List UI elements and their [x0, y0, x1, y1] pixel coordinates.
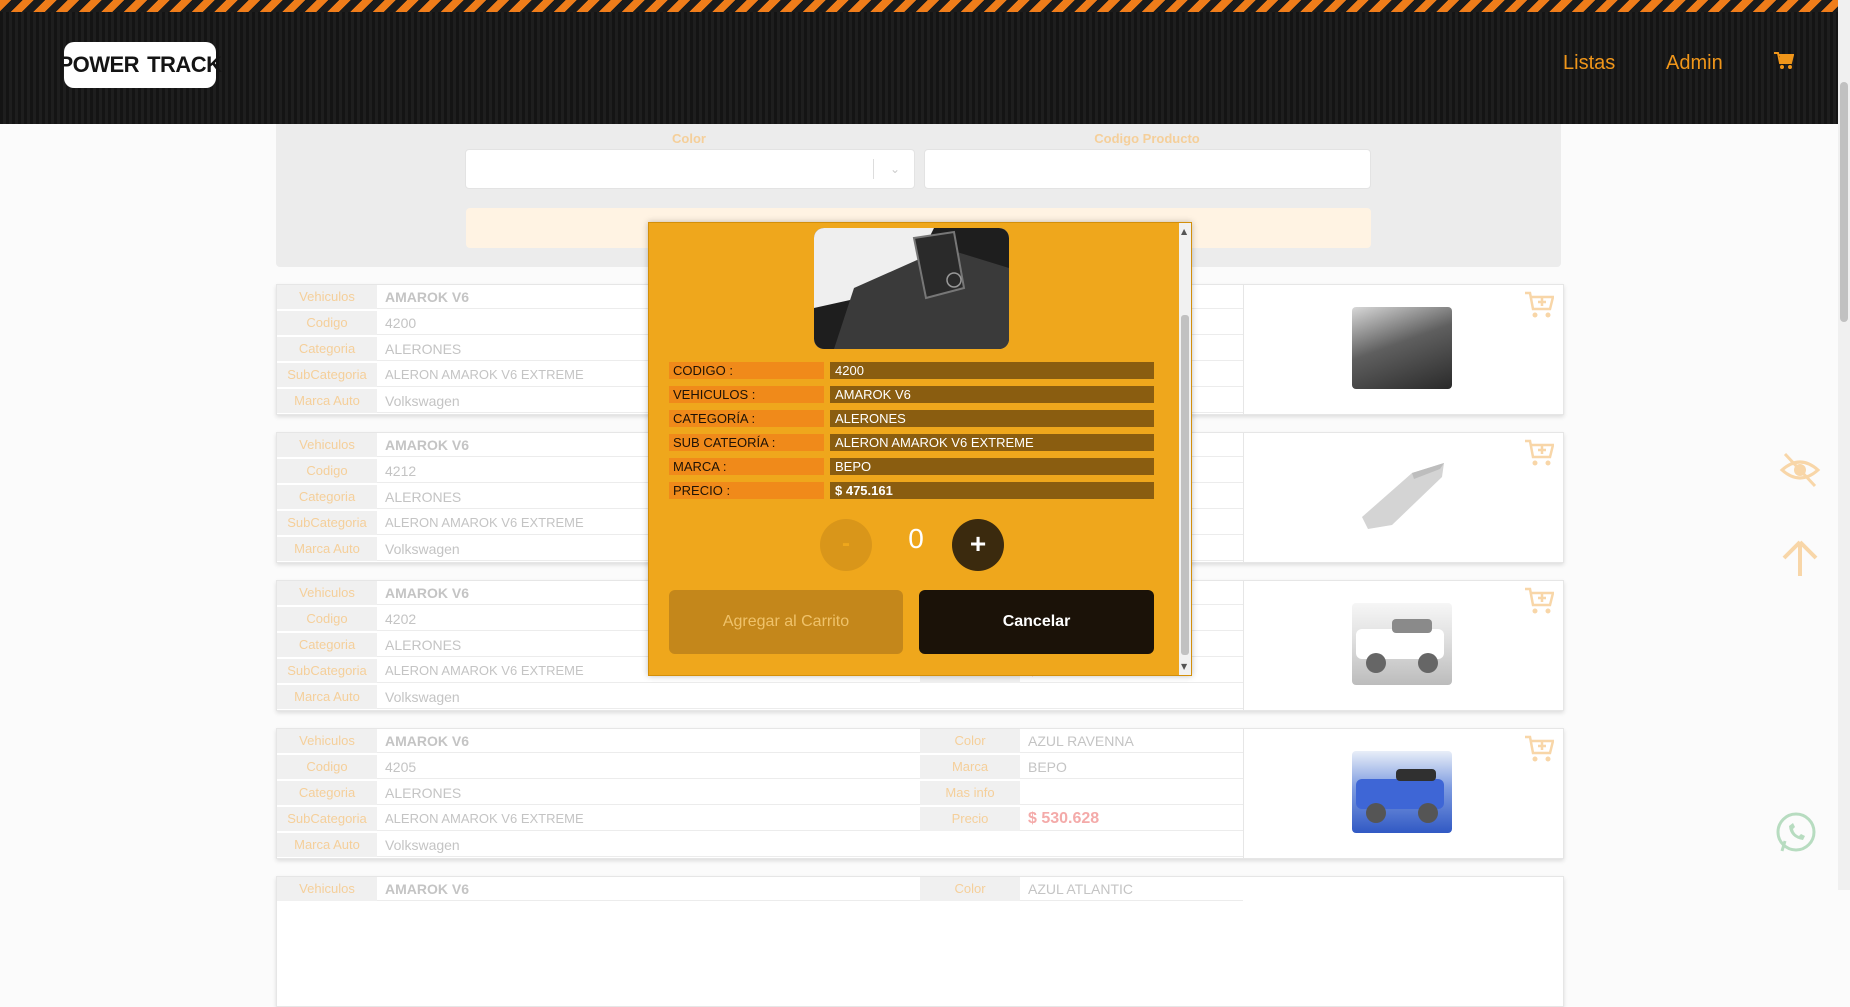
categoria-label: Categoria	[277, 485, 377, 510]
vehiculos-label: Vehiculos	[277, 433, 377, 458]
add-to-cart-button[interactable]: Agregar al Carrito	[669, 590, 903, 654]
codigo-label: Codigo	[277, 459, 377, 484]
vehiculos-label: Vehiculos	[277, 581, 377, 606]
product-thumbnail[interactable]	[1352, 603, 1452, 685]
color-filter-label: Color	[672, 131, 706, 146]
precio-label: Precio	[920, 807, 1020, 832]
product-thumbnail[interactable]	[1352, 455, 1452, 537]
product-card: Vehiculos AMAROK V6 Color AZUL ATLANTIC	[276, 876, 1564, 1007]
product-image-cell	[1243, 433, 1564, 562]
decrease-quantity-button[interactable]: -	[820, 519, 872, 571]
detail-value: BEPO	[830, 458, 1154, 475]
hazard-stripe	[0, 0, 1838, 12]
categoria-label: Categoria	[277, 337, 377, 362]
price-value: $ 475.161	[830, 482, 1154, 499]
detail-value: ALERON AMAROK V6 EXTREME	[830, 434, 1154, 451]
quantity-value: 0	[908, 523, 924, 554]
subcategoria-label: SubCategoria	[277, 363, 377, 388]
spoiler-image	[1362, 463, 1444, 529]
vehiculos-value: AMAROK V6	[377, 877, 920, 901]
scroll-down-arrow-icon[interactable]: ▼	[1181, 662, 1187, 671]
color-value: AZUL ATLANTIC	[1020, 877, 1243, 901]
color-value: AZUL RAVENNA	[1020, 729, 1243, 753]
product-detail-modal: CODIGO : 4200 VEHICULOS : AMAROK V6 CATE…	[648, 222, 1192, 676]
logo-text-track: TRACK	[147, 52, 222, 77]
subcategoria-label: SubCategoria	[277, 511, 377, 536]
detail-value: ALERONES	[830, 410, 1154, 427]
detail-label: MARCA :	[669, 458, 824, 475]
product-thumbnail[interactable]	[1352, 307, 1452, 389]
detail-label: SUB CATEORÍA :	[669, 434, 824, 451]
codigo-label: Codigo	[277, 607, 377, 632]
add-to-cart-icon[interactable]	[1524, 439, 1554, 467]
eye-slash-icon[interactable]	[1779, 452, 1821, 488]
truck-bed-image	[814, 228, 1009, 349]
precio-value: $ 530.628	[1020, 807, 1243, 831]
arrow-up-icon[interactable]	[1780, 538, 1820, 578]
modal-scrollbar-thumb[interactable]	[1181, 315, 1189, 655]
color-label: Color	[920, 729, 1020, 754]
pickup-white-image	[1356, 619, 1444, 673]
product-image-cell	[1243, 285, 1564, 414]
color-select[interactable]: ⌄	[465, 149, 915, 189]
marca-auto-label: Marca Auto	[277, 389, 377, 414]
page-scrollbar-thumb[interactable]	[1840, 82, 1848, 322]
modal-product-image	[814, 228, 1009, 349]
nav-listas[interactable]: Listas	[1563, 52, 1615, 75]
codigo-filter-label: Codigo Producto	[1094, 131, 1200, 146]
codigo-value: 4205	[377, 755, 920, 779]
marca-auto-label: Marca Auto	[277, 537, 377, 562]
detail-label: VEHICULOS :	[669, 386, 824, 403]
nav-admin[interactable]: Admin	[1666, 52, 1723, 75]
add-to-cart-icon[interactable]	[1524, 587, 1554, 615]
product-thumbnail[interactable]	[1352, 751, 1452, 833]
add-to-cart-icon[interactable]	[1524, 291, 1554, 319]
cancel-button[interactable]: Cancelar	[919, 590, 1154, 654]
subcategoria-label: SubCategoria	[277, 807, 377, 832]
vehiculos-value: AMAROK V6	[377, 729, 920, 753]
codigo-input[interactable]	[924, 149, 1371, 189]
mas-info-label: Mas info	[920, 781, 1020, 806]
top-navbar: POWER TRACK Listas Admin	[0, 0, 1838, 124]
detail-label: CODIGO :	[669, 362, 824, 379]
categoria-value: ALERONES	[377, 781, 920, 805]
categoria-label: Categoria	[277, 633, 377, 658]
cart-icon[interactable]	[1774, 52, 1794, 70]
scroll-up-arrow-icon[interactable]: ▲	[1181, 227, 1187, 236]
product-image-cell	[1243, 581, 1564, 710]
increase-quantity-button[interactable]: +	[952, 519, 1004, 571]
marca-auto-value: Volkswagen	[377, 833, 1243, 857]
chevron-down-icon[interactable]: ⌄	[890, 162, 900, 176]
codigo-label: Codigo	[277, 311, 377, 336]
detail-value: AMAROK V6	[830, 386, 1154, 403]
marca-auto-value: Volkswagen	[377, 685, 1243, 709]
marca-label: Marca	[920, 755, 1020, 780]
select-separator	[873, 159, 874, 179]
marca-auto-label: Marca Auto	[277, 685, 377, 710]
logo-text-power: POWER	[58, 52, 140, 77]
add-to-cart-icon[interactable]	[1524, 735, 1554, 763]
marca-value: BEPO	[1020, 755, 1243, 779]
page-scrollbar[interactable]	[1838, 0, 1850, 890]
vehiculos-label: Vehiculos	[277, 285, 377, 310]
subcategoria-value: ALERON AMAROK V6 EXTREME	[377, 807, 920, 831]
whatsapp-icon[interactable]	[1774, 811, 1818, 855]
subcategoria-label: SubCategoria	[277, 659, 377, 684]
vehiculos-label: Vehiculos	[277, 729, 377, 754]
mas-info-value[interactable]	[1020, 781, 1243, 805]
detail-label: PRECIO :	[669, 482, 824, 499]
product-card: Vehiculos AMAROK V6 Color AZUL RAVENNA C…	[276, 728, 1564, 859]
detail-label: CATEGORÍA :	[669, 410, 824, 427]
modal-scrollbar[interactable]: ▲ ▼	[1179, 223, 1191, 675]
categoria-label: Categoria	[277, 781, 377, 806]
codigo-label: Codigo	[277, 755, 377, 780]
marca-auto-label: Marca Auto	[277, 833, 377, 858]
detail-value: 4200	[830, 362, 1154, 379]
pickup-blue-image	[1356, 769, 1444, 823]
logo[interactable]: POWER TRACK	[58, 42, 222, 88]
product-image-cell	[1243, 729, 1564, 858]
